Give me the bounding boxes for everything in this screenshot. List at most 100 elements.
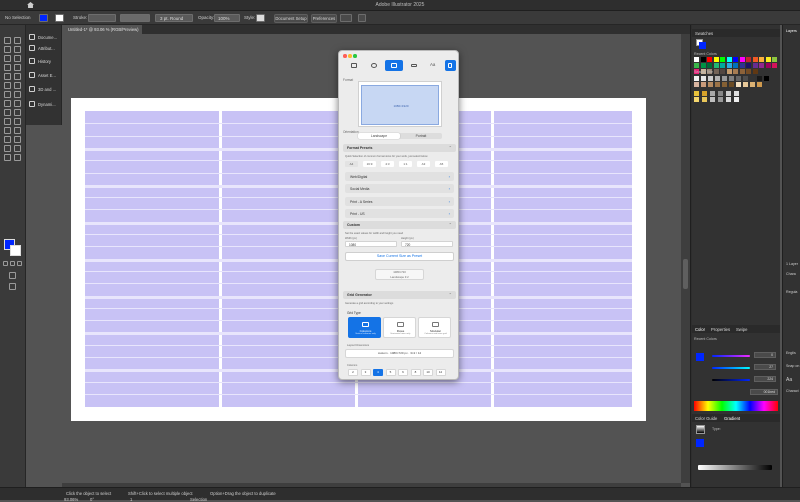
layers-title[interactable]: Layers bbox=[786, 29, 797, 33]
width-input[interactable]: 1080 bbox=[345, 241, 397, 247]
color-swatch[interactable] bbox=[772, 63, 777, 68]
color-swatch[interactable] bbox=[694, 91, 699, 96]
document-tab[interactable]: Untitled-1* @ 93.06 % (RGB/Preview) bbox=[62, 25, 142, 34]
color-swatch[interactable] bbox=[700, 57, 706, 62]
hex-input[interactable]: 001bed bbox=[750, 389, 778, 395]
symbol-sprayer-tool-icon[interactable] bbox=[4, 136, 11, 143]
dock-item-asset-export[interactable]: Asset E... bbox=[29, 71, 61, 81]
tab-brush[interactable] bbox=[345, 60, 363, 71]
current-fill-swatch[interactable] bbox=[699, 42, 706, 49]
color-swatch[interactable] bbox=[726, 69, 732, 74]
color-swatch[interactable] bbox=[757, 76, 762, 81]
color-swatch[interactable] bbox=[694, 76, 699, 81]
tab-shapes[interactable] bbox=[365, 60, 383, 71]
color-swatch[interactable] bbox=[757, 82, 762, 87]
color-swatch[interactable] bbox=[729, 82, 734, 87]
direct-selection-tool-icon[interactable] bbox=[14, 37, 21, 44]
mesh-tool-icon[interactable] bbox=[4, 118, 11, 125]
close-icon[interactable] bbox=[343, 54, 347, 58]
color-swatch[interactable] bbox=[722, 76, 727, 81]
tab-properties[interactable]: Properties bbox=[711, 327, 730, 332]
save-preset-button[interactable]: Save Current Size as Preset bbox=[345, 252, 454, 261]
color-swatch[interactable] bbox=[720, 69, 725, 74]
preferences-button[interactable]: Preferences bbox=[311, 13, 337, 23]
red-slider[interactable] bbox=[712, 355, 750, 357]
tab-text[interactable]: Aa bbox=[425, 60, 443, 71]
variable-width-profile[interactable] bbox=[120, 14, 150, 22]
column-count-option[interactable]: 12 bbox=[435, 369, 446, 376]
line-tool-icon[interactable] bbox=[14, 64, 21, 71]
color-swatch[interactable] bbox=[752, 63, 758, 68]
blend-tool-icon[interactable] bbox=[14, 127, 21, 134]
color-mode-icon[interactable] bbox=[3, 261, 8, 266]
blue-value[interactable]: 224 bbox=[754, 376, 776, 382]
color-swatch[interactable] bbox=[764, 76, 769, 81]
stroke-weight-field[interactable] bbox=[88, 14, 116, 22]
preset-social-media[interactable]: Social Media › bbox=[345, 184, 454, 193]
paintbrush-tool-icon[interactable] bbox=[14, 73, 21, 80]
brush-dropdown[interactable]: 3 pt. Round bbox=[155, 14, 193, 22]
tab-color[interactable]: Color bbox=[695, 327, 705, 332]
gradient-fill-swatch[interactable] bbox=[696, 439, 704, 447]
color-swatch[interactable] bbox=[759, 57, 764, 62]
eraser-tool-icon[interactable] bbox=[14, 82, 21, 89]
preset-chip[interactable]: 1:1 bbox=[399, 161, 412, 167]
grid-type-rows[interactable]: Rows Horizontal rows only bbox=[383, 317, 416, 338]
dock-item-history[interactable]: History bbox=[29, 57, 61, 67]
pen-tool-icon[interactable] bbox=[4, 55, 11, 62]
color-swatch[interactable] bbox=[726, 57, 732, 62]
dock-item-dynamic[interactable]: Dynami... bbox=[29, 100, 61, 110]
color-swatch[interactable] bbox=[713, 69, 719, 74]
color-mode-icon[interactable] bbox=[17, 261, 22, 266]
red-value[interactable]: 0 bbox=[754, 352, 776, 358]
color-swatch[interactable] bbox=[765, 63, 771, 68]
color-swatch[interactable] bbox=[710, 91, 715, 96]
color-swatch[interactable] bbox=[708, 76, 713, 81]
stroke-swatch[interactable] bbox=[55, 14, 64, 22]
green-slider[interactable] bbox=[712, 367, 750, 369]
color-mode-icon[interactable] bbox=[10, 261, 15, 266]
color-swatch[interactable] bbox=[736, 76, 741, 81]
gradient-tool-icon[interactable] bbox=[14, 118, 21, 125]
color-swatch[interactable] bbox=[726, 91, 731, 96]
color-swatch[interactable] bbox=[702, 97, 707, 102]
color-swatch[interactable] bbox=[702, 91, 707, 96]
tab-format[interactable] bbox=[385, 60, 403, 71]
color-swatch[interactable] bbox=[750, 76, 755, 81]
free-transform-tool-icon[interactable] bbox=[14, 100, 21, 107]
grid-generator-header[interactable]: Grid Generator ⌃ bbox=[343, 291, 456, 299]
scale-tool-icon[interactable] bbox=[14, 91, 21, 98]
stroke-color-box[interactable] bbox=[10, 245, 21, 256]
color-swatch[interactable] bbox=[710, 97, 715, 102]
hand-tool-icon[interactable] bbox=[4, 154, 11, 161]
rectangle-tool-icon[interactable] bbox=[4, 73, 11, 80]
color-swatch[interactable] bbox=[715, 82, 720, 87]
color-fill-swatch[interactable] bbox=[696, 353, 704, 361]
dimensions-dropdown[interactable]: custom · 1080×720 px · 3×2 / 12 bbox=[345, 349, 454, 358]
preset-print-a-series[interactable]: Print - A Series › bbox=[345, 197, 454, 206]
color-swatch[interactable] bbox=[752, 57, 758, 62]
color-swatch[interactable] bbox=[734, 97, 739, 102]
color-swatch[interactable] bbox=[713, 63, 719, 68]
slice-tool-icon[interactable] bbox=[14, 145, 21, 152]
color-swatch[interactable] bbox=[707, 57, 712, 62]
color-swatch[interactable] bbox=[733, 63, 738, 68]
color-swatch[interactable] bbox=[729, 76, 734, 81]
type-tool-icon[interactable] bbox=[4, 64, 11, 71]
color-swatch[interactable] bbox=[708, 82, 713, 87]
shape-builder-tool-icon[interactable] bbox=[4, 109, 11, 116]
preset-chip[interactable]: 4:3 bbox=[381, 161, 394, 167]
tab-color-guide[interactable]: Color Guide bbox=[695, 416, 717, 421]
fill-swatch[interactable] bbox=[39, 14, 48, 22]
opacity-field[interactable]: 100% bbox=[214, 14, 240, 22]
preset-chip[interactable]: 16:9 bbox=[363, 161, 376, 167]
gradient-slider[interactable] bbox=[698, 465, 772, 470]
color-swatch[interactable] bbox=[726, 63, 732, 68]
preset-print-us[interactable]: Print - US › bbox=[345, 209, 454, 218]
color-swatch[interactable] bbox=[772, 57, 777, 62]
color-swatch[interactable] bbox=[713, 57, 719, 62]
height-input[interactable]: 720 bbox=[401, 241, 453, 247]
color-swatch[interactable] bbox=[718, 91, 723, 96]
zoom-tool-icon[interactable] bbox=[14, 154, 21, 161]
color-swatch[interactable] bbox=[739, 63, 745, 68]
